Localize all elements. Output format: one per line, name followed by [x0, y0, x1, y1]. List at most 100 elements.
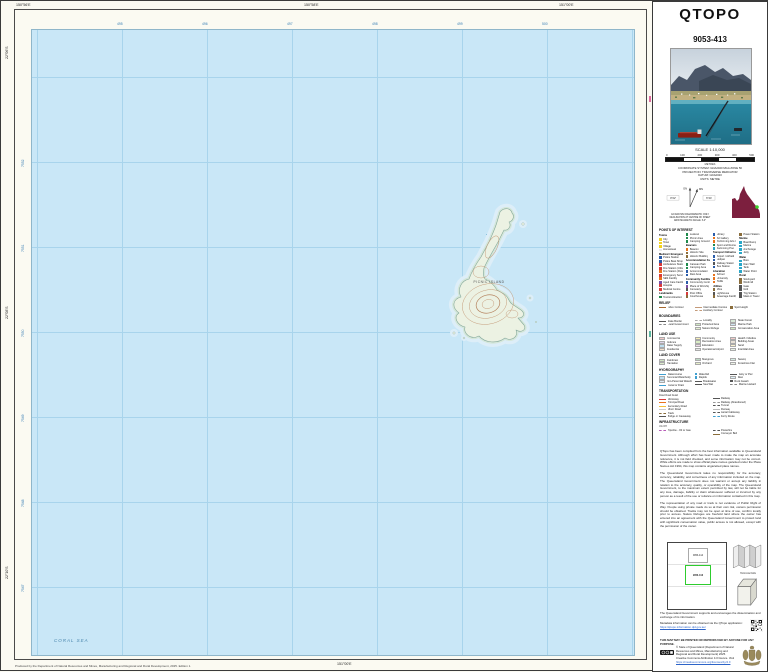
- licence-link[interactable]: https://creativecommons.org/licenses/by/…: [676, 660, 730, 664]
- legend-label: Jetty: [743, 251, 749, 255]
- legend-label: Local Government: [667, 323, 689, 327]
- legend-swatch: [712, 273, 716, 277]
- declination-block: GN MN 0°22' 6°44' GN AND MN DIAGRAMMATIC…: [659, 185, 763, 225]
- legend-section-items: Pipeline - Oil or Gas Powerline Conveyor B…: [659, 429, 763, 436]
- legend-label: Foreshore Flat: [737, 361, 755, 365]
- legend-swatch: [694, 372, 698, 376]
- legend-swatch: [739, 259, 742, 263]
- legend-swatch: [659, 320, 666, 322]
- grid-value-label: 499: [457, 22, 463, 26]
- legend-section-title: TRANSPORTATION: [659, 388, 689, 393]
- legend-section-items: Commercial Defence Water Supply Residential…: [659, 336, 763, 352]
- legend-swatch: [659, 347, 665, 352]
- grid-value-label: 7547: [21, 584, 25, 592]
- legend-item: Local Government: [659, 323, 692, 326]
- legend-swatch: [685, 255, 689, 258]
- current-sheet-cell: 9053-413: [685, 565, 711, 585]
- metadata-link[interactable]: https://qtopo.information.qld.gov.au/: [660, 625, 706, 629]
- grid-value-label: 500: [542, 22, 548, 26]
- legend-label: Pipeline - Oil or Gas: [667, 429, 691, 433]
- legend-swatch: [730, 347, 737, 351]
- legend-swatch: [712, 236, 716, 240]
- legend-swatch: [694, 376, 698, 379]
- legend-swatch: [730, 379, 733, 383]
- adjoining-sheet-cell: 9053-414: [688, 548, 708, 563]
- legend-swatch: [659, 270, 662, 274]
- legend-swatch: [739, 251, 742, 255]
- legend-item: Bridge or Causeway: [659, 415, 710, 418]
- legend-swatch: [685, 281, 689, 285]
- legend-item: Ferry Route: [712, 415, 764, 418]
- legend-swatch: [685, 270, 689, 273]
- legend-swatch: [659, 263, 662, 267]
- legend-swatch: [659, 287, 662, 291]
- legend-item: Homestead: [659, 248, 683, 251]
- legend-swatch: [739, 291, 742, 295]
- legend-swatch: [712, 265, 716, 269]
- map-grid-line: [37, 30, 38, 655]
- island-name-label: PICNIC ISLAND: [473, 280, 504, 284]
- legend-swatch: [685, 284, 689, 288]
- legend-item: Plantation: [659, 362, 692, 366]
- legend-item: Bus Station: [712, 265, 737, 269]
- legend-swatch: [659, 238, 662, 241]
- map-fold-diagram: [733, 544, 762, 569]
- legend-swatch: [685, 273, 689, 277]
- disclaimer-block: QTopo has been compiled from the best in…: [660, 449, 761, 532]
- map-sheet: 150°56'E 150°58'E 151°00'E 151°00'E 22°0…: [0, 0, 768, 672]
- legend-section-title: LAND USE: [659, 331, 676, 336]
- island-graphic: PICNIC ISLAND: [449, 203, 537, 347]
- copyright-statement: © State of Queensland (Department of Nat…: [676, 645, 735, 660]
- legend-label: Courthouse: [689, 295, 704, 299]
- legend-item: Rest Area: [685, 273, 710, 277]
- legend-item: Power Station: [739, 233, 763, 236]
- legend-swatch: [739, 263, 742, 266]
- legend-swatch: [659, 256, 662, 260]
- legend-label: Homestead: [663, 248, 677, 252]
- fold-caption: Horizontal folds: [740, 573, 756, 575]
- declination-notes: GN AND MN DIAGRAMMATIC ONLY DECLINATION …: [659, 214, 721, 223]
- legend-item: Auxiliary Contour: [694, 309, 728, 313]
- map-grid-line: [32, 502, 634, 503]
- legend-swatch: [685, 266, 689, 270]
- legend-label: Spot Height: [734, 305, 748, 309]
- legend-swatch: [659, 259, 662, 263]
- legend-swatch: [694, 361, 701, 365]
- legend-swatch: [659, 277, 662, 281]
- legend-label: Tourist Attraction: [663, 295, 683, 299]
- map-grid-line: [122, 30, 123, 655]
- legend-swatch: [685, 288, 689, 292]
- legend-swatch: [739, 270, 742, 273]
- map-grid-line: [292, 30, 293, 655]
- legend-item: Medical Centre: [659, 288, 683, 291]
- legend-swatch: [712, 247, 716, 250]
- folded-map-cube-diagram: [737, 578, 757, 606]
- legend-swatch: [659, 280, 662, 284]
- legend-label: Historic Building: [689, 254, 709, 258]
- legend-swatch: [712, 398, 720, 400]
- grid-value-label: 7551: [21, 244, 25, 252]
- grid-value-label: 497: [287, 22, 293, 26]
- graticule-label-top-left: 150°56'E: [16, 3, 31, 7]
- legend-label: Swimming Pool: [716, 247, 735, 250]
- legend-swatch: [712, 258, 716, 262]
- legend-swatch: [712, 430, 720, 431]
- scale-label: SCALE 1:10,000: [695, 147, 725, 152]
- legend-swatch: [712, 291, 716, 295]
- legend-item: Swimming Pool: [712, 247, 737, 250]
- legend-item: Water Point: [739, 270, 763, 273]
- map-grid-line: [32, 587, 634, 588]
- legend-item: Residential: [659, 347, 692, 352]
- scale-tick-label: 400: [732, 153, 737, 157]
- legend-swatch: [739, 266, 742, 270]
- index-to-adjoining-maps: 9053-414 9053-413 Horizontal folds: [653, 542, 767, 612]
- legend-label: Water Point: [743, 269, 757, 273]
- cover-photo: [670, 48, 752, 145]
- legend-swatch: [694, 306, 702, 308]
- legend-label: Conservation Area: [737, 326, 760, 330]
- legend-swatch: [739, 248, 742, 251]
- adjoining-sheet-edge-mark: [649, 331, 651, 337]
- legend-swatch: [712, 433, 720, 435]
- legend-item: Operational Airport: [694, 347, 728, 351]
- legend-label: Auxiliary Contour: [703, 309, 723, 313]
